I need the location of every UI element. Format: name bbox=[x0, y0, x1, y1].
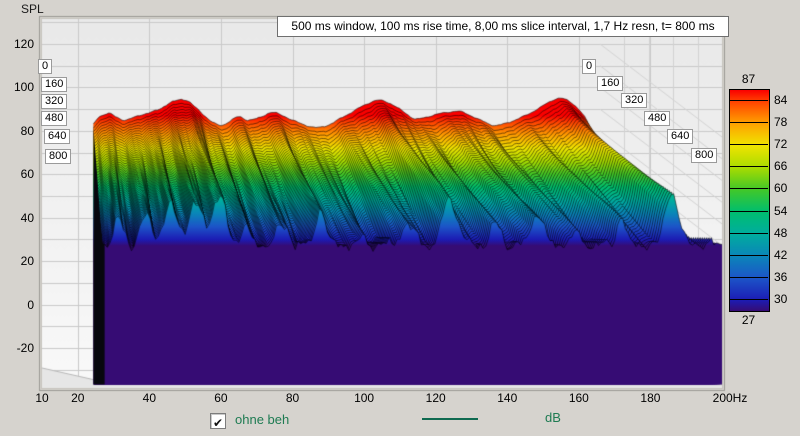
color-scale-tick-label: 30 bbox=[774, 292, 787, 306]
spl-tick-label: 120 bbox=[4, 37, 34, 51]
color-scale-tick-label: 60 bbox=[774, 181, 787, 195]
freq-tick-label: 160 bbox=[569, 391, 589, 405]
waterfall-window: SPL 500 ms window, 100 ms rise time, 8,0… bbox=[0, 0, 800, 436]
color-scale-tick-label: 42 bbox=[774, 248, 787, 262]
freq-tick-label: 140 bbox=[497, 391, 517, 405]
color-scale-separator bbox=[729, 166, 768, 167]
freq-tick-label: 100 bbox=[354, 391, 374, 405]
spl-tick-label: -20 bbox=[4, 341, 34, 355]
freq-tick-label: 180 bbox=[640, 391, 660, 405]
waterfall-plot-canvas bbox=[0, 0, 800, 436]
trace-line-sample bbox=[422, 418, 478, 420]
time-slice-label: 0 bbox=[582, 59, 596, 74]
time-slice-label: 480 bbox=[41, 111, 67, 126]
spl-tick-label: 40 bbox=[4, 211, 34, 225]
freq-tick-label: 120 bbox=[426, 391, 446, 405]
time-slice-label: 800 bbox=[45, 149, 71, 164]
color-scale-tick-label: 66 bbox=[774, 159, 787, 173]
time-slice-label: 640 bbox=[667, 129, 693, 144]
color-scale-tick-label: 48 bbox=[774, 226, 787, 240]
checkmark-icon: ✔ bbox=[213, 416, 223, 430]
color-scale-tick-label: 84 bbox=[774, 93, 787, 107]
freq-tick-label: 10 bbox=[35, 391, 48, 405]
color-scale-tick-label: 54 bbox=[774, 204, 787, 218]
spl-tick-label: 80 bbox=[4, 124, 34, 138]
color-scale-min-label: 27 bbox=[742, 313, 755, 327]
color-scale-separator bbox=[729, 188, 768, 189]
color-scale-tick-label: 78 bbox=[774, 115, 787, 129]
measurement-settings-box: 500 ms window, 100 ms rise time, 8,00 ms… bbox=[277, 16, 729, 37]
color-scale-tick-label: 36 bbox=[774, 270, 787, 284]
color-scale-separator bbox=[729, 233, 768, 234]
color-scale-separator bbox=[729, 100, 768, 101]
color-scale-separator bbox=[729, 277, 768, 278]
color-scale-separator bbox=[729, 144, 768, 145]
trace-label: ohne beh bbox=[235, 412, 289, 427]
color-scale-separator bbox=[729, 299, 768, 300]
time-slice-label: 160 bbox=[597, 76, 623, 91]
spl-tick-label: 0 bbox=[4, 298, 34, 312]
time-slice-label: 160 bbox=[41, 77, 67, 92]
spl-axis-title: SPL bbox=[21, 2, 44, 16]
color-scale-tick-label: 72 bbox=[774, 137, 787, 151]
time-slice-label: 640 bbox=[44, 129, 70, 144]
spl-tick-label: 20 bbox=[4, 254, 34, 268]
time-slice-label: 320 bbox=[41, 94, 67, 109]
trace-checkbox[interactable]: ✔ bbox=[210, 413, 226, 429]
freq-tick-label: 20 bbox=[71, 391, 84, 405]
freq-tick-label: 80 bbox=[286, 391, 299, 405]
color-scale-separator bbox=[729, 255, 768, 256]
time-slice-label: 480 bbox=[644, 111, 670, 126]
color-scale-separator bbox=[729, 211, 768, 212]
color-scale-separator bbox=[729, 122, 768, 123]
trace-unit-label: dB bbox=[545, 410, 561, 425]
color-scale-max-label: 87 bbox=[742, 72, 755, 86]
time-slice-label: 320 bbox=[621, 93, 647, 108]
freq-tick-label: 40 bbox=[143, 391, 156, 405]
time-slice-label: 800 bbox=[691, 148, 717, 163]
freq-tick-label: 60 bbox=[214, 391, 227, 405]
freq-tick-label: 200Hz bbox=[713, 391, 748, 405]
spl-tick-label: 60 bbox=[4, 167, 34, 181]
time-slice-label: 0 bbox=[38, 59, 52, 74]
spl-tick-label: 100 bbox=[4, 80, 34, 94]
